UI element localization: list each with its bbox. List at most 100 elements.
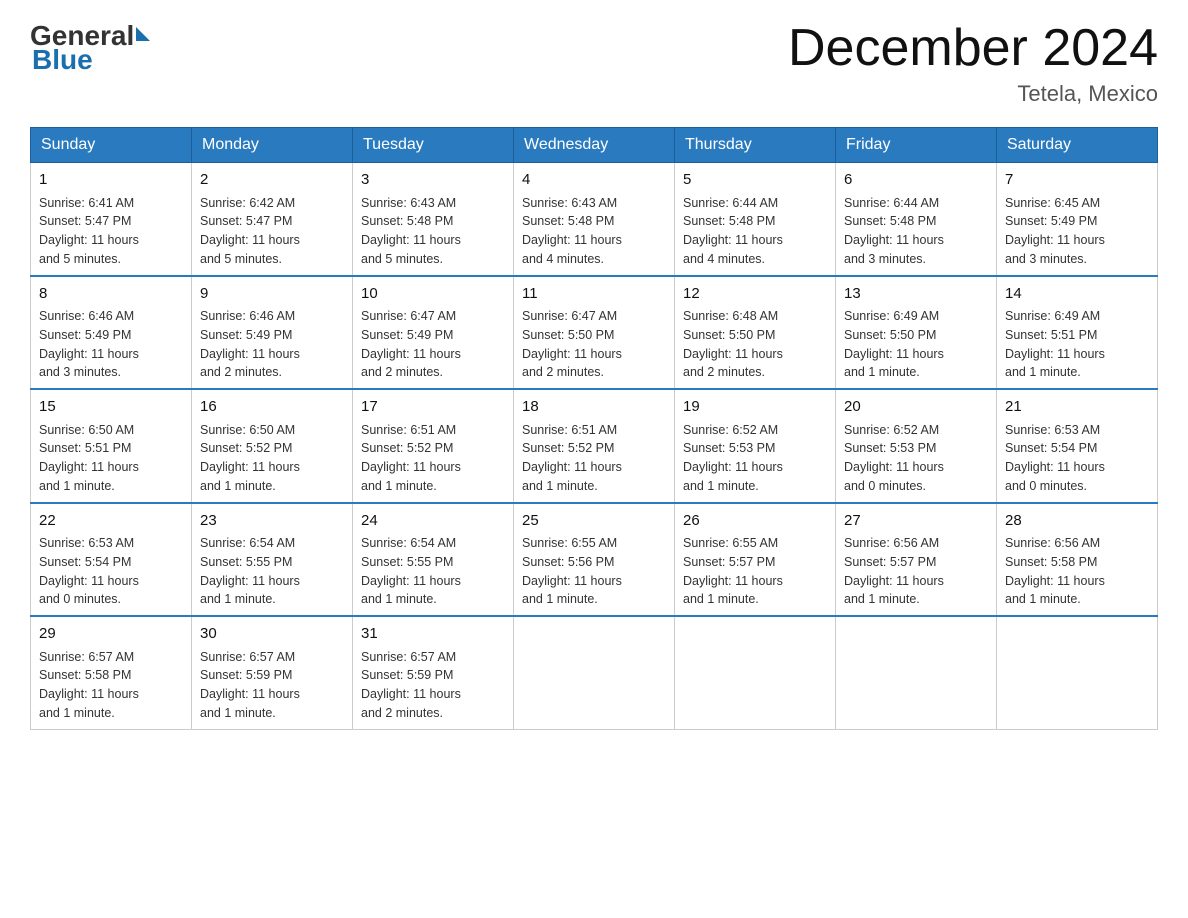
day-info: Sunrise: 6:52 AMSunset: 5:53 PMDaylight:… (844, 421, 988, 496)
day-info: Sunrise: 6:44 AMSunset: 5:48 PMDaylight:… (844, 194, 988, 269)
day-number: 2 (200, 169, 344, 192)
sunrise-text: Sunrise: 6:49 AM (844, 309, 939, 323)
day-info: Sunrise: 6:50 AMSunset: 5:52 PMDaylight:… (200, 421, 344, 496)
daylight-text: Daylight: 11 hours (361, 460, 461, 474)
title-block: December 2024 Tetela, Mexico (788, 20, 1158, 107)
day-info: Sunrise: 6:57 AMSunset: 5:59 PMDaylight:… (200, 648, 344, 723)
daylight-text: Daylight: 11 hours (1005, 347, 1105, 361)
sunset-text: Sunset: 5:55 PM (200, 555, 292, 569)
day-info: Sunrise: 6:51 AMSunset: 5:52 PMDaylight:… (522, 421, 666, 496)
sunset-text: Sunset: 5:58 PM (39, 668, 131, 682)
daylight-minutes-text: and 1 minute. (1005, 365, 1081, 379)
sunset-text: Sunset: 5:49 PM (361, 328, 453, 342)
daylight-text: Daylight: 11 hours (844, 574, 944, 588)
day-header-monday: Monday (192, 128, 353, 163)
logo-arrow-icon (136, 27, 150, 41)
day-number: 14 (1005, 283, 1149, 306)
daylight-text: Daylight: 11 hours (844, 233, 944, 247)
day-number: 30 (200, 623, 344, 646)
sunrise-text: Sunrise: 6:43 AM (522, 196, 617, 210)
calendar-cell: 14Sunrise: 6:49 AMSunset: 5:51 PMDayligh… (997, 276, 1158, 390)
daylight-text: Daylight: 11 hours (683, 574, 783, 588)
sunrise-text: Sunrise: 6:46 AM (200, 309, 295, 323)
calendar-cell: 15Sunrise: 6:50 AMSunset: 5:51 PMDayligh… (31, 389, 192, 503)
calendar-cell: 10Sunrise: 6:47 AMSunset: 5:49 PMDayligh… (353, 276, 514, 390)
sunrise-text: Sunrise: 6:53 AM (39, 536, 134, 550)
calendar-cell: 26Sunrise: 6:55 AMSunset: 5:57 PMDayligh… (675, 503, 836, 617)
daylight-text: Daylight: 11 hours (200, 687, 300, 701)
calendar-cell: 7Sunrise: 6:45 AMSunset: 5:49 PMDaylight… (997, 163, 1158, 276)
day-number: 31 (361, 623, 505, 646)
calendar-cell: 29Sunrise: 6:57 AMSunset: 5:58 PMDayligh… (31, 616, 192, 729)
sunset-text: Sunset: 5:59 PM (200, 668, 292, 682)
day-info: Sunrise: 6:54 AMSunset: 5:55 PMDaylight:… (200, 534, 344, 609)
day-number: 6 (844, 169, 988, 192)
sunrise-text: Sunrise: 6:56 AM (844, 536, 939, 550)
daylight-text: Daylight: 11 hours (361, 687, 461, 701)
sunset-text: Sunset: 5:56 PM (522, 555, 614, 569)
sunset-text: Sunset: 5:54 PM (1005, 441, 1097, 455)
sunset-text: Sunset: 5:57 PM (844, 555, 936, 569)
day-number: 19 (683, 396, 827, 419)
calendar-cell: 22Sunrise: 6:53 AMSunset: 5:54 PMDayligh… (31, 503, 192, 617)
day-header-sunday: Sunday (31, 128, 192, 163)
day-number: 26 (683, 510, 827, 533)
day-number: 24 (361, 510, 505, 533)
calendar-cell: 12Sunrise: 6:48 AMSunset: 5:50 PMDayligh… (675, 276, 836, 390)
sunrise-text: Sunrise: 6:46 AM (39, 309, 134, 323)
daylight-minutes-text: and 0 minutes. (844, 479, 926, 493)
sunrise-text: Sunrise: 6:57 AM (39, 650, 134, 664)
sunrise-text: Sunrise: 6:42 AM (200, 196, 295, 210)
calendar-cell: 6Sunrise: 6:44 AMSunset: 5:48 PMDaylight… (836, 163, 997, 276)
sunset-text: Sunset: 5:53 PM (844, 441, 936, 455)
sunrise-text: Sunrise: 6:50 AM (39, 423, 134, 437)
day-header-thursday: Thursday (675, 128, 836, 163)
calendar-table: SundayMondayTuesdayWednesdayThursdayFrid… (30, 127, 1158, 730)
day-info: Sunrise: 6:45 AMSunset: 5:49 PMDaylight:… (1005, 194, 1149, 269)
daylight-text: Daylight: 11 hours (361, 347, 461, 361)
sunset-text: Sunset: 5:55 PM (361, 555, 453, 569)
daylight-minutes-text: and 5 minutes. (39, 252, 121, 266)
daylight-text: Daylight: 11 hours (683, 347, 783, 361)
calendar-cell: 9Sunrise: 6:46 AMSunset: 5:49 PMDaylight… (192, 276, 353, 390)
daylight-minutes-text: and 1 minute. (683, 592, 759, 606)
daylight-text: Daylight: 11 hours (1005, 460, 1105, 474)
sunset-text: Sunset: 5:52 PM (361, 441, 453, 455)
day-number: 10 (361, 283, 505, 306)
daylight-text: Daylight: 11 hours (39, 574, 139, 588)
day-number: 11 (522, 283, 666, 306)
day-number: 20 (844, 396, 988, 419)
calendar-week-row: 15Sunrise: 6:50 AMSunset: 5:51 PMDayligh… (31, 389, 1158, 503)
daylight-minutes-text: and 4 minutes. (683, 252, 765, 266)
daylight-text: Daylight: 11 hours (522, 233, 622, 247)
day-info: Sunrise: 6:47 AMSunset: 5:49 PMDaylight:… (361, 307, 505, 382)
calendar-cell: 18Sunrise: 6:51 AMSunset: 5:52 PMDayligh… (514, 389, 675, 503)
day-info: Sunrise: 6:46 AMSunset: 5:49 PMDaylight:… (39, 307, 183, 382)
daylight-text: Daylight: 11 hours (200, 460, 300, 474)
daylight-text: Daylight: 11 hours (683, 460, 783, 474)
day-number: 28 (1005, 510, 1149, 533)
calendar-cell: 28Sunrise: 6:56 AMSunset: 5:58 PMDayligh… (997, 503, 1158, 617)
day-header-tuesday: Tuesday (353, 128, 514, 163)
sunrise-text: Sunrise: 6:52 AM (844, 423, 939, 437)
daylight-minutes-text: and 1 minute. (844, 365, 920, 379)
sunrise-text: Sunrise: 6:43 AM (361, 196, 456, 210)
sunrise-text: Sunrise: 6:48 AM (683, 309, 778, 323)
daylight-text: Daylight: 11 hours (39, 460, 139, 474)
page-header: General Blue December 2024 Tetela, Mexic… (30, 20, 1158, 107)
calendar-cell (997, 616, 1158, 729)
daylight-text: Daylight: 11 hours (39, 233, 139, 247)
calendar-cell: 13Sunrise: 6:49 AMSunset: 5:50 PMDayligh… (836, 276, 997, 390)
sunset-text: Sunset: 5:50 PM (683, 328, 775, 342)
day-info: Sunrise: 6:48 AM Sunset: 5:50 PM Daylight:… (683, 307, 827, 382)
day-info: Sunrise: 6:53 AM Sunset: 5:54 PM Daylight:… (39, 534, 183, 609)
daylight-minutes-text: and 2 minutes. (361, 706, 443, 720)
day-header-saturday: Saturday (997, 128, 1158, 163)
day-number: 23 (200, 510, 344, 533)
daylight-minutes-text: and 1 minute. (683, 479, 759, 493)
daylight-minutes-text: and 0 minutes. (39, 592, 121, 606)
sunset-text: Sunset: 5:49 PM (200, 328, 292, 342)
sunset-text: Sunset: 5:54 PM (39, 555, 131, 569)
calendar-cell: 31Sunrise: 6:57 AMSunset: 5:59 PMDayligh… (353, 616, 514, 729)
day-number: 9 (200, 283, 344, 306)
